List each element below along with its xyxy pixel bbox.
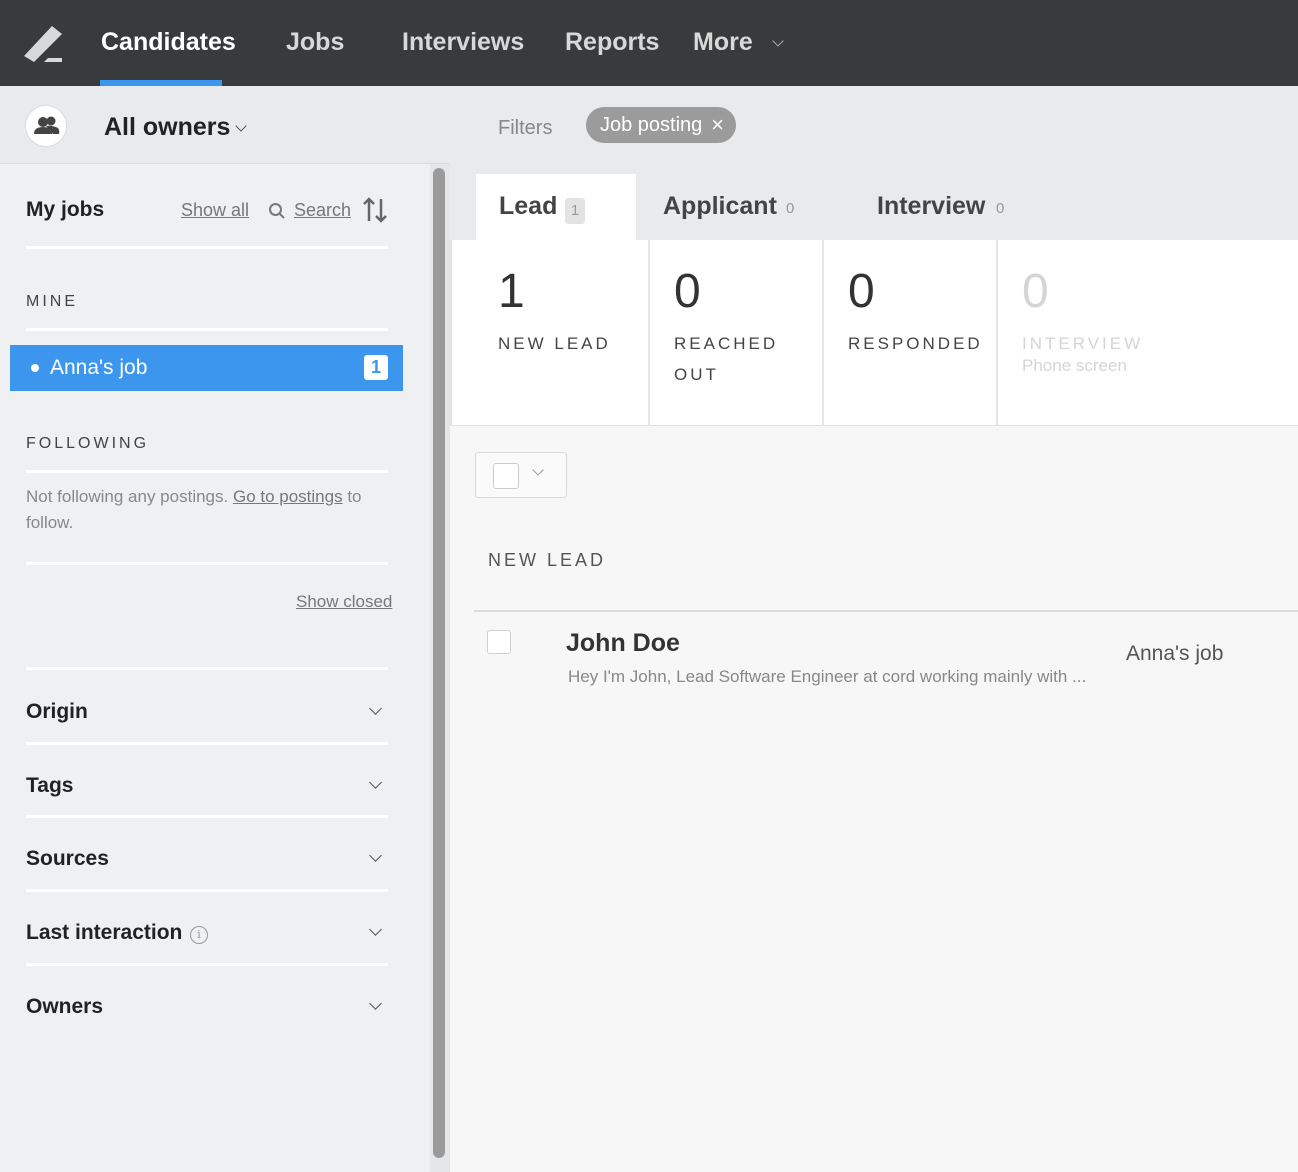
facet-label: Owners <box>26 995 104 1018</box>
facet-sources[interactable]: Sources <box>26 847 388 877</box>
chevron-down-icon <box>532 464 544 476</box>
stage-reached-out[interactable]: 0 REACHED OUT <box>650 240 824 426</box>
stage-responded[interactable]: 0 RESPONDED <box>824 240 998 426</box>
chevron-down-icon <box>772 35 784 47</box>
job-posting-filter-chip[interactable]: Job posting × <box>586 107 736 143</box>
stage-tabs: Lead 1 Applicant 0 Interview 0 <box>450 164 1298 240</box>
divider <box>26 667 388 670</box>
main-content: Filters Job posting × Lead 1 Applicant 0… <box>450 86 1298 1172</box>
owner-selector[interactable]: All owners <box>0 86 450 164</box>
facet-tags[interactable]: Tags <box>26 774 388 804</box>
mine-section-title: MINE <box>26 293 78 310</box>
sidebar-job-annas-job[interactable]: Anna's job 1 <box>10 345 403 391</box>
tab-count: 1 <box>565 198 585 224</box>
divider <box>26 470 388 473</box>
nav-more-label: More <box>693 28 753 56</box>
tab-lead[interactable]: Lead 1 <box>476 174 636 240</box>
divider <box>26 562 388 565</box>
filters-bar: Filters Job posting × <box>450 86 1298 164</box>
facet-label: Last interaction <box>26 921 183 944</box>
chevron-down-icon <box>369 849 382 862</box>
chevron-down-icon <box>369 997 382 1010</box>
top-navigation: Candidates Jobs Interviews Reports More <box>0 0 1298 86</box>
tab-label: Lead <box>499 192 558 220</box>
nav-candidates[interactable]: Candidates <box>101 0 236 86</box>
candidate-job: Anna's job <box>1126 642 1224 665</box>
stage-sublabel: Phone screen <box>1022 356 1127 375</box>
my-jobs-title: My jobs <box>26 198 105 221</box>
stage-new-lead[interactable]: 1 NEW LEAD <box>452 240 650 426</box>
following-empty-text: Not following any postings. Go to postin… <box>26 484 388 536</box>
candidate-name[interactable]: John Doe <box>566 629 680 658</box>
chevron-down-icon <box>369 702 382 715</box>
candidate-checkbox[interactable] <box>487 630 511 654</box>
tab-label: Interview <box>877 192 986 220</box>
owner-label: All owners <box>104 113 231 141</box>
scrollbar-thumb[interactable] <box>433 168 445 1158</box>
tab-applicant[interactable]: Applicant 0 <box>640 174 840 240</box>
close-icon[interactable]: × <box>711 107 724 143</box>
show-all-link[interactable]: Show all <box>181 200 249 221</box>
go-to-postings-link[interactable]: Go to postings <box>233 487 343 506</box>
stage-count: 1 <box>498 265 525 318</box>
facet-label: Tags <box>26 774 74 797</box>
job-label: Anna's job <box>50 356 148 379</box>
search-icon[interactable] <box>268 202 286 220</box>
stage-label: NEW LEAD <box>498 334 611 353</box>
bulk-select-dropdown[interactable] <box>475 452 567 498</box>
sidebar: My jobs Show all Search MINE Anna's job … <box>0 164 450 1172</box>
tab-count: 0 <box>996 200 1005 217</box>
show-closed-link[interactable]: Show closed <box>296 592 392 612</box>
chevron-down-icon <box>235 120 247 132</box>
facet-last-interaction[interactable]: Last interaction i <box>26 921 388 951</box>
job-count-badge: 1 <box>364 355 388 380</box>
bullet-icon <box>31 364 39 372</box>
facet-label: Origin <box>26 700 88 723</box>
nav-reports[interactable]: Reports <box>565 0 659 86</box>
following-text: Not following any postings. <box>26 487 229 506</box>
divider <box>26 742 388 745</box>
chevron-down-icon <box>369 776 382 789</box>
stage-label: INTERVIEW <box>1022 334 1144 353</box>
list-section-header: NEW LEAD <box>488 550 607 570</box>
candidate-snippet: Hey I'm John, Lead Software Engineer at … <box>568 667 1087 686</box>
chip-label: Job posting <box>600 114 703 136</box>
people-icon <box>25 105 67 147</box>
nav-interviews[interactable]: Interviews <box>402 0 524 86</box>
divider <box>26 889 388 892</box>
stage-count: 0 <box>1022 265 1049 318</box>
filters-label: Filters <box>498 117 553 139</box>
stage-count: 0 <box>674 265 701 318</box>
stage-label: RESPONDED <box>848 334 983 353</box>
search-link[interactable]: Search <box>294 200 351 221</box>
divider <box>26 963 388 966</box>
pipeline-stages: 1 NEW LEAD 0 REACHED OUT 0 RESPONDED 0 I… <box>450 240 1298 426</box>
sort-icon[interactable] <box>362 196 388 224</box>
stage-label: REACHED OUT <box>674 334 779 384</box>
facet-owners[interactable]: Owners <box>26 995 388 1025</box>
tab-count: 0 <box>786 200 795 217</box>
stage-interview[interactable]: 0 INTERVIEW Phone screen <box>998 240 1298 426</box>
chevron-down-icon <box>369 923 382 936</box>
select-all-checkbox[interactable] <box>493 463 519 489</box>
pencil-logo-icon[interactable] <box>22 22 64 62</box>
divider <box>26 328 388 331</box>
candidate-row[interactable]: John Doe Hey I'm John, Lead Software Eng… <box>474 612 1298 712</box>
stage-count: 0 <box>848 265 875 318</box>
facet-label: Sources <box>26 847 109 870</box>
tab-interview[interactable]: Interview 0 <box>854 174 1054 240</box>
tab-label: Applicant <box>663 192 777 220</box>
divider <box>26 246 388 249</box>
divider <box>26 815 388 818</box>
facet-origin[interactable]: Origin <box>26 700 388 730</box>
nav-more[interactable]: More <box>693 0 784 86</box>
following-section-title: FOLLOWING <box>26 435 150 452</box>
nav-jobs[interactable]: Jobs <box>286 0 344 86</box>
info-icon[interactable]: i <box>190 926 208 944</box>
